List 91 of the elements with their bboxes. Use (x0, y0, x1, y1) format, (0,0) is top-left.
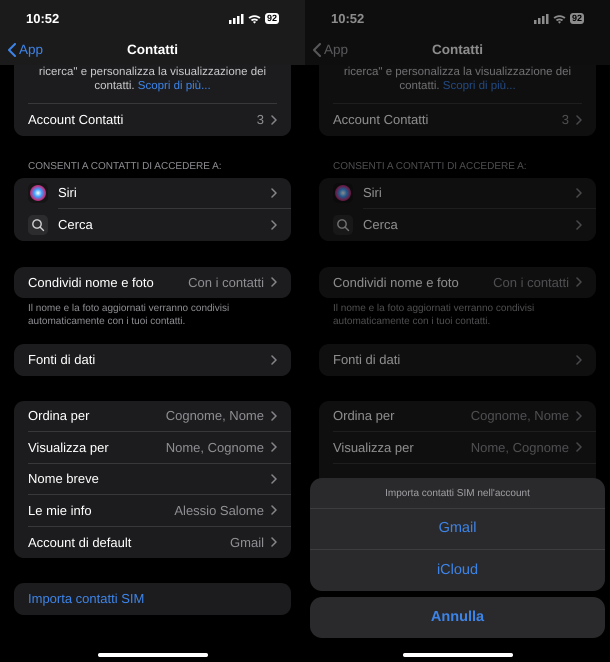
wifi-icon (248, 14, 261, 24)
chevron-icon (576, 410, 582, 421)
status-time: 10:52 (26, 10, 60, 28)
chevron-icon (271, 188, 277, 198)
row-label: Visualizza per (333, 438, 414, 457)
chevron-icon (271, 474, 277, 484)
learn-more-link[interactable]: Scopri di più... (138, 80, 211, 92)
settings-row[interactable]: Account di default Gmail (14, 526, 291, 558)
siri-orb-icon (333, 183, 353, 204)
settings-row[interactable]: Nome breve (14, 464, 291, 495)
row-value: Gmail (230, 534, 264, 552)
row-label: Condividi nome e foto (28, 274, 154, 292)
settings-row[interactable]: Siri (319, 178, 596, 209)
chevron-icon (271, 220, 277, 230)
row-value: Con i contatti (188, 274, 264, 292)
row-label: Account Contatti (28, 111, 124, 129)
section-header: CONSENTI A CONTATTI DI ACCEDERE A: (332, 160, 528, 174)
row-label: Ordina per (333, 407, 394, 425)
settings-row[interactable]: Le mie info Alessio Salome (14, 495, 291, 526)
back-chevron-icon (313, 43, 321, 57)
section-footer: Il nome e la foto aggiornati verranno condivisi automaticamente con i tuoi contatti. (14, 303, 291, 328)
row-value: Cognome, Nome (470, 407, 569, 425)
wifi-icon (552, 14, 566, 24)
settings-row[interactable]: Account Contatti 3 (319, 104, 596, 136)
row-label: Le mie info (28, 502, 92, 520)
import-button[interactable]: Importa contatti SIM (14, 583, 291, 614)
settings-row[interactable]: Visualizza per Nome, Cognome (319, 432, 596, 464)
settings-row[interactable]: Account Contatti 3 (14, 104, 291, 136)
chevron-icon (271, 505, 277, 516)
settings-row[interactable]: Fonti di dati (319, 344, 596, 376)
account-option[interactable]: Gmail (310, 509, 605, 550)
signal-icon (228, 14, 244, 24)
description-text: ricerca" e personalizza la visualizzazione dei contatti. Scopri di più... (342, 65, 572, 93)
back-chevron-icon (8, 43, 16, 57)
row-value: Cognome, Nome (166, 407, 264, 425)
section-header: CONSENTI A CONTATTI DI ACCEDERE A: (27, 160, 223, 174)
siri-orb-icon (28, 183, 48, 204)
settings-row[interactable]: Condividi nome e foto Con i contatti (319, 266, 596, 298)
back-button[interactable]: App (8, 40, 44, 60)
settings-row[interactable]: Ordina per Cognome, Nome (14, 400, 291, 432)
row-label: Account Contatti (333, 111, 428, 129)
chevron-icon (576, 188, 582, 198)
signal-icon (534, 14, 549, 24)
battery-indicator: 92 (264, 13, 279, 24)
chevron-icon (271, 442, 277, 452)
search-icon (333, 214, 353, 235)
chevron-icon (576, 442, 582, 452)
settings-row[interactable]: Siri (14, 178, 291, 209)
chevron-icon (576, 277, 582, 288)
account-option[interactable]: iCloud (310, 550, 605, 591)
cancel-button[interactable]: Annulla (310, 597, 605, 638)
row-label: Cerca (58, 216, 93, 234)
row-label: Cerca (363, 216, 398, 234)
chevron-icon (271, 114, 277, 125)
row-label: Fonti di dati (28, 351, 96, 369)
action-sheet-title: Importa contatti SIM nell'account (310, 478, 605, 509)
battery-indicator: 92 (570, 13, 584, 24)
section-footer: Il nome e la foto aggiornati verranno condivisi automaticamente con i tuoi contatti. (319, 303, 596, 328)
settings-row[interactable]: Ordina per Cognome, Nome (319, 400, 596, 432)
row-value: Con i contatti (493, 274, 569, 292)
row-label: Importa contatti SIM (28, 590, 144, 608)
row-label: Siri (58, 184, 77, 202)
chevron-icon (271, 410, 277, 421)
row-value: 3 (562, 111, 569, 129)
status-time: 10:52 (331, 10, 364, 28)
settings-row[interactable]: Visualizza per Nome, Cognome (14, 432, 291, 464)
row-label: Account di default (28, 534, 132, 552)
chevron-icon (576, 114, 582, 125)
chevron-icon (576, 354, 582, 365)
chevron-icon (576, 220, 582, 230)
screen-title: Contatti (432, 40, 483, 59)
row-value: Nome, Cognome (470, 438, 569, 457)
row-value: Nome, Cognome (166, 438, 264, 457)
row-value: Alessio Salome (174, 502, 264, 520)
row-label: Siri (363, 184, 382, 202)
chevron-icon (271, 354, 277, 365)
screen-title: Contatti (127, 40, 178, 59)
row-value: 3 (256, 111, 264, 129)
row-label: Visualizza per (28, 438, 109, 457)
row-label: Condividi nome e foto (333, 274, 459, 292)
row-label: Fonti di dati (333, 351, 400, 369)
search-icon (28, 214, 48, 235)
settings-row[interactable]: Cerca (319, 209, 596, 240)
settings-row[interactable]: Cerca (14, 209, 291, 240)
settings-row[interactable]: Condividi nome e foto Con i contatti (14, 266, 291, 298)
description-text: ricerca" e personalizza la visualizzazione dei contatti. Scopri di più... (38, 65, 268, 93)
chevron-icon (271, 537, 277, 548)
settings-row[interactable]: Fonti di dati (14, 344, 291, 376)
row-label: Ordina per (28, 407, 90, 425)
chevron-icon (271, 277, 277, 288)
row-label: Nome breve (28, 470, 99, 488)
